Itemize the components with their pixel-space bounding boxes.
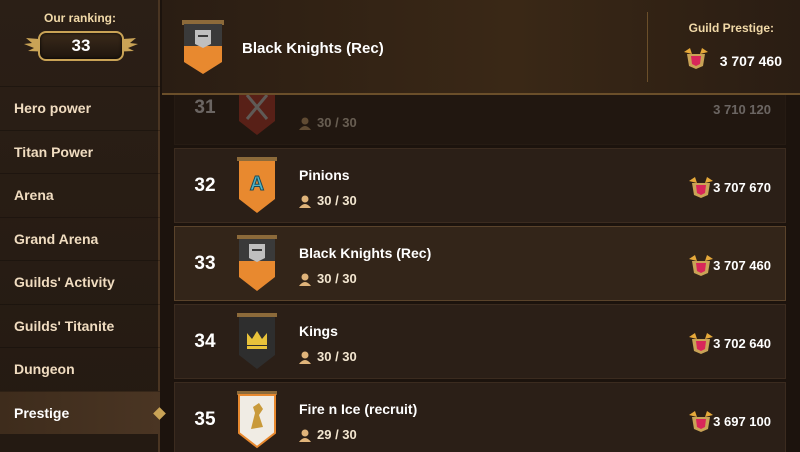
own-guild-header: Black Knights (Rec) Guild Prestige: 3 70…	[162, 0, 800, 95]
table-row[interactable]: 34 Kings 30 / 30 3 702 640	[174, 304, 786, 379]
nav-item-label: Titan Power	[14, 143, 94, 160]
guild-banner-icon: A	[237, 157, 277, 213]
nav-item-guilds-activity[interactable]: Guilds' Activity	[0, 260, 160, 304]
guild-name: Black Knights (Rec)	[299, 245, 432, 261]
prestige-icon	[689, 177, 713, 198]
row-prestige: 3 697 100	[713, 414, 771, 429]
guild-ranking-list: 31 30 / 30 3 710 120 32 A Pinions 30 / 3…	[162, 95, 800, 452]
nav-item-hero-power[interactable]: Hero power	[0, 86, 160, 130]
guild-banner-icon	[237, 313, 277, 369]
member-icon	[299, 195, 311, 209]
nav-item-label: Guilds' Titanite	[14, 317, 115, 334]
guild-name: Kings	[299, 323, 338, 339]
row-rank: 32	[194, 175, 216, 196]
member-icon	[299, 351, 311, 365]
row-rank: 34	[194, 331, 216, 352]
nav-item-guilds-titanite[interactable]: Guilds' Titanite	[0, 303, 160, 348]
nav-item-label: Arena	[14, 187, 54, 203]
table-row[interactable]: 35 Fire n Ice (recruit) 29 / 30 3 697 10…	[174, 382, 786, 452]
guild-name: Fire n Ice (recruit)	[299, 401, 418, 417]
nav-item-label: Guilds' Activity	[14, 274, 115, 290]
nav-item-arena[interactable]: Arena	[0, 173, 160, 217]
member-count: 30 / 30	[299, 193, 357, 209]
row-prestige: 3 707 460	[713, 258, 771, 273]
ranking-value: 33	[38, 31, 124, 61]
table-row[interactable]: 31 30 / 30 3 710 120	[174, 95, 786, 145]
member-count: 29 / 30	[299, 427, 357, 443]
member-count-text: 30 / 30	[317, 193, 357, 208]
prestige-icon	[689, 255, 713, 276]
crossed-swords-icon	[239, 95, 275, 135]
row-prestige: 3 702 640	[713, 336, 771, 351]
prestige-icon	[689, 411, 713, 432]
table-row[interactable]: 33 Black Knights (Rec) 30 / 30 3 707 460	[174, 226, 786, 301]
member-icon	[299, 117, 311, 131]
member-count: 30 / 30	[299, 115, 357, 131]
nav-item-prestige[interactable]: Prestige	[0, 390, 166, 434]
member-count: 30 / 30	[299, 271, 357, 287]
sidebar: Our ranking: 33 Hero power Titan Power A…	[0, 0, 166, 452]
header-divider	[647, 12, 648, 82]
row-prestige: 3 707 670	[713, 180, 771, 195]
row-rank: 31	[194, 97, 216, 118]
member-count-text: 30 / 30	[317, 349, 357, 364]
letter-a-icon: A	[250, 173, 264, 195]
row-prestige: 3 710 120	[713, 102, 771, 117]
nav-item-dungeon[interactable]: Dungeon	[0, 347, 160, 391]
guild-name: Black Knights (Rec)	[242, 40, 384, 57]
member-count-text: 29 / 30	[317, 427, 357, 442]
guild-name: Pinions	[299, 167, 350, 183]
ranking-label: Our ranking:	[43, 11, 116, 25]
nav-item-label: Prestige	[14, 404, 70, 421]
member-count: 30 / 30	[299, 349, 357, 365]
guild-banner-icon	[237, 391, 277, 449]
nav-item-label: Dungeon	[14, 361, 75, 377]
guild-prestige-label: Guild Prestige:	[688, 21, 774, 35]
nav-item-label: Grand Arena	[14, 230, 99, 247]
member-icon	[299, 273, 311, 287]
member-count-text: 30 / 30	[317, 115, 357, 130]
guild-banner-icon	[237, 235, 277, 291]
nav-item-titan-power[interactable]: Titan Power	[0, 129, 160, 174]
guild-prestige-value: 3 707 460	[719, 53, 782, 69]
table-row[interactable]: 32 A Pinions 30 / 30 3 707 670	[174, 148, 786, 223]
nav-item-label: Hero power	[14, 100, 92, 116]
member-icon	[299, 429, 311, 443]
nav-item-grand-arena[interactable]: Grand Arena	[0, 216, 160, 261]
row-rank: 35	[194, 409, 216, 430]
prestige-icon	[684, 48, 708, 69]
prestige-icon	[689, 333, 713, 354]
guild-banner-icon	[182, 20, 224, 74]
member-count-text: 30 / 30	[317, 271, 357, 286]
row-rank: 33	[194, 253, 216, 274]
ranking-category-nav: Hero power Titan Power Arena Grand Arena…	[0, 86, 166, 434]
